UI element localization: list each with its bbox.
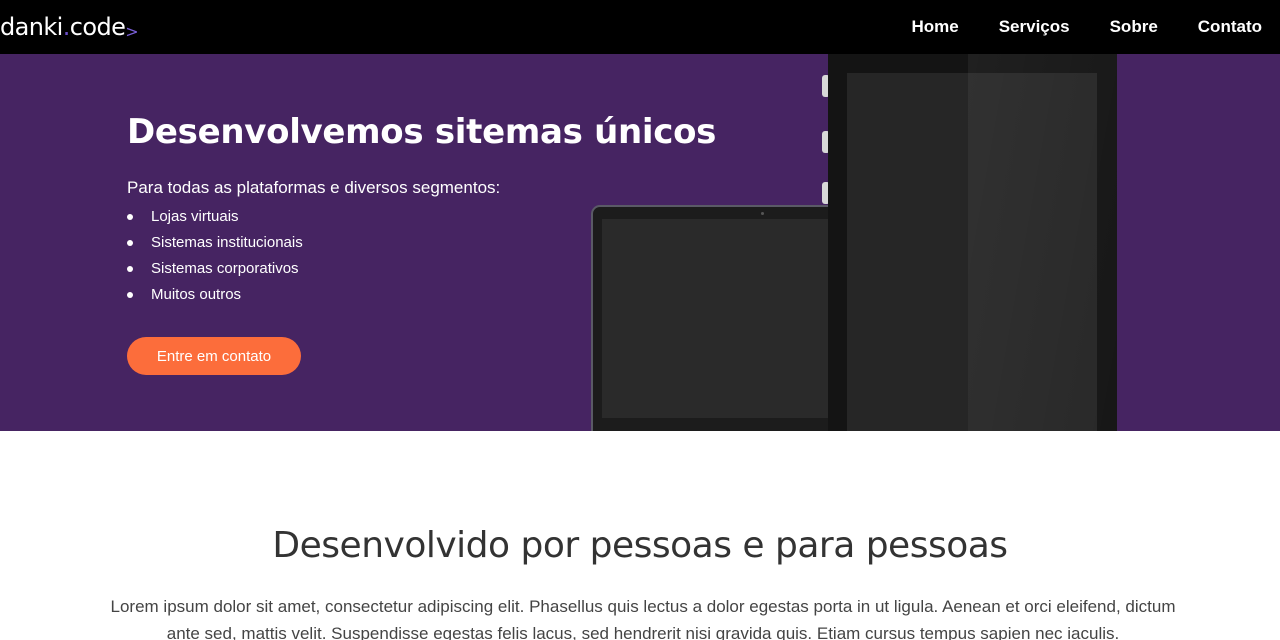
logo[interactable]: danki.code> <box>0 12 139 42</box>
nav-link-home[interactable]: Home <box>911 17 958 37</box>
laptop-screen <box>602 219 842 418</box>
main-nav: Home Serviços Sobre Contato <box>871 0 1262 54</box>
nav-link-sobre[interactable]: Sobre <box>1110 17 1158 37</box>
hero-feature-list: Lojas virtuais Sistemas institucionais S… <box>127 206 303 310</box>
tablet-illustration <box>828 54 1117 431</box>
laptop-camera <box>761 212 764 215</box>
logo-text-code: code <box>69 13 126 41</box>
site-header: danki.code> Home Serviços Sobre Contato <box>0 0 1280 54</box>
section-title: Desenvolvido por pessoas e para pessoas <box>272 525 1008 566</box>
section-paragraph: Lorem ipsum dolor sit amet, consectetur … <box>110 597 1176 640</box>
list-item: Muitos outros <box>127 284 303 310</box>
hero-banner: Desenvolvemos sitemas únicos Para todas … <box>0 54 1280 431</box>
contact-button[interactable]: Entre em contato <box>127 337 301 375</box>
nav-link-contato[interactable]: Contato <box>1198 17 1262 37</box>
laptop-illustration <box>591 205 842 431</box>
hero-subtitle: Para todas as plataformas e diversos seg… <box>127 178 501 197</box>
list-item: Lojas virtuais <box>127 206 303 232</box>
nav-link-servicos[interactable]: Serviços <box>999 17 1070 37</box>
logo-text-main: danki <box>0 13 63 41</box>
list-item: Sistemas corporativos <box>127 258 303 284</box>
list-item: Sistemas institucionais <box>127 232 303 258</box>
logo-dot: . <box>62 13 71 41</box>
tablet-glare <box>968 54 1117 431</box>
hero-title: Desenvolvemos sitemas únicos <box>127 112 717 152</box>
logo-chevron-icon: > <box>125 22 139 41</box>
